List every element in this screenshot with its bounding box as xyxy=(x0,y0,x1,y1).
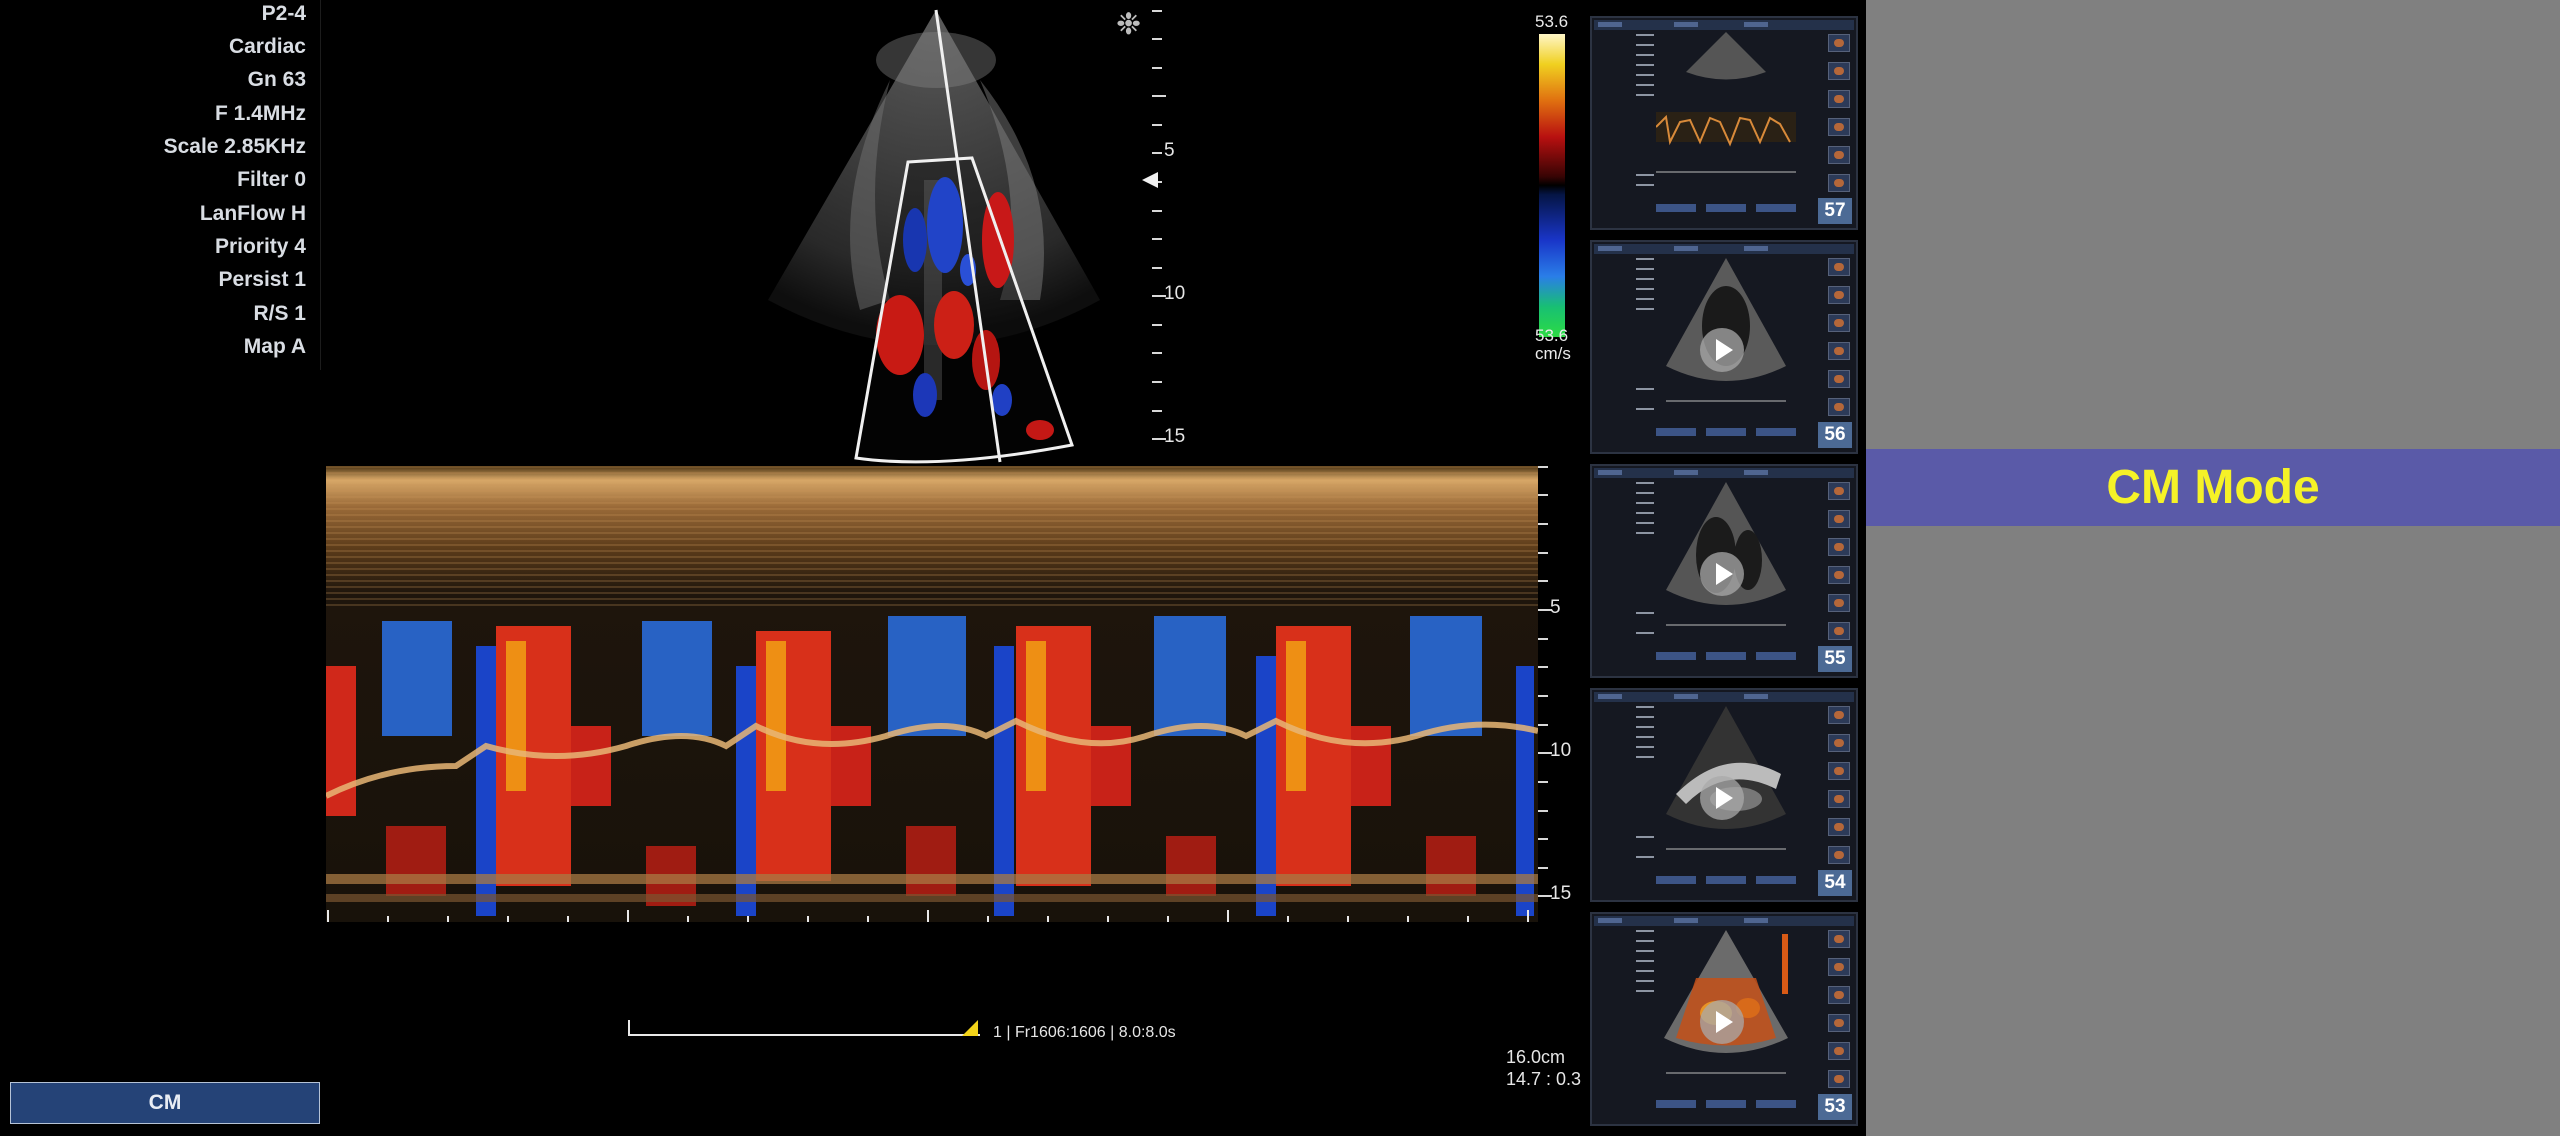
thumb-title-bar xyxy=(1594,244,1854,254)
param-priority: Priority 4 xyxy=(214,235,306,258)
param-lanflow: LanFlow H xyxy=(199,202,306,225)
param-map: Map A xyxy=(243,335,306,358)
sector-depth-5: 5 xyxy=(1164,140,1175,161)
thumbnail-56[interactable]: 56 xyxy=(1590,240,1858,454)
colorbar-unit: cm/s xyxy=(1535,344,1571,363)
thumb-number: 54 xyxy=(1818,870,1852,896)
sector-depth-scale: 5 10 15 xyxy=(1140,0,1200,470)
sector-depth-10: 10 xyxy=(1164,283,1186,304)
colorbar-min: 53.6 xyxy=(1535,326,1569,345)
param-scale: Scale 2.85KHz xyxy=(163,135,306,158)
colorbar-min-block: 53.6 cm/s xyxy=(1535,327,1571,363)
param-filter: Filter 0 xyxy=(237,168,306,191)
thumb-title-bar xyxy=(1594,20,1854,30)
ratio-readout: 14.7 : 0.3 xyxy=(1506,1069,1582,1089)
play-icon[interactable] xyxy=(1700,328,1744,372)
param-rs: R/S 1 xyxy=(253,302,306,325)
thumbnail-55[interactable]: 55 xyxy=(1590,464,1858,678)
thumbnail-53[interactable]: 53 xyxy=(1590,912,1858,1126)
thumb-title-bar xyxy=(1594,692,1854,702)
play-icon[interactable] xyxy=(1700,776,1744,820)
thumbnail-57[interactable]: 57 xyxy=(1590,16,1858,230)
play-icon[interactable] xyxy=(1700,1000,1744,1044)
gear-icon[interactable]: ❉ xyxy=(1116,10,1141,40)
thumb-number: 56 xyxy=(1818,422,1852,448)
mmode-depth-15: 15 xyxy=(1550,883,1572,904)
measurement-readout: 16.0cm 14.7 : 0.3 xyxy=(1506,1046,1581,1090)
mode-banner-label: CM Mode xyxy=(2106,461,2320,514)
thumb-title-bar xyxy=(1594,916,1854,926)
thumb-title-bar xyxy=(1594,468,1854,478)
ultrasound-screen: P2-4 Cardiac Gn 63 F 1.4MHz Scale 2.85KH… xyxy=(0,0,1866,1136)
mode-banner: CM Mode xyxy=(1866,449,2560,526)
thumbnail-strip: 57 56 55 54 53 xyxy=(1590,16,1860,1136)
cm-mode-button[interactable]: CM xyxy=(10,1082,320,1124)
thumb-image xyxy=(1656,32,1796,173)
mmode-depth-5: 5 xyxy=(1550,597,1561,618)
param-probe: P2-4 xyxy=(261,2,306,25)
param-frequency: F 1.4MHz xyxy=(214,102,306,125)
thumb-number: 57 xyxy=(1818,198,1852,224)
param-gain: Gn 63 xyxy=(247,68,306,91)
colorbar-gradient xyxy=(1539,34,1565,337)
thumbnail-54[interactable]: 54 xyxy=(1590,688,1858,902)
mmode-depth-10: 10 xyxy=(1550,740,1572,761)
sector-image xyxy=(768,9,1100,464)
sector-depth-15: 15 xyxy=(1164,426,1186,447)
param-preset: Cardiac xyxy=(228,35,306,58)
cm-mode-button-label: CM xyxy=(148,1091,182,1114)
param-persist: Persist 1 xyxy=(218,268,306,291)
color-mmode-trace xyxy=(326,466,1538,922)
play-icon[interactable] xyxy=(1700,552,1744,596)
thumb-number: 53 xyxy=(1818,1094,1852,1120)
colorbar-max: 53.6 xyxy=(1535,12,1569,31)
mmode-depth-scale: 5 10 15 xyxy=(1538,466,1598,922)
depth-readout: 16.0cm xyxy=(1506,1047,1566,1067)
thumb-number: 55 xyxy=(1818,646,1852,672)
right-panel xyxy=(1866,0,2560,1136)
cine-handle-icon[interactable] xyxy=(962,1020,978,1036)
cine-scrollbar[interactable] xyxy=(628,1020,980,1036)
focus-marker-icon[interactable] xyxy=(1142,172,1158,188)
parameter-panel: P2-4 Cardiac Gn 63 F 1.4MHz Scale 2.85KH… xyxy=(0,0,321,370)
frame-info: 1 | Fr1606:1606 | 8.0:8.0s xyxy=(993,1024,1176,1041)
